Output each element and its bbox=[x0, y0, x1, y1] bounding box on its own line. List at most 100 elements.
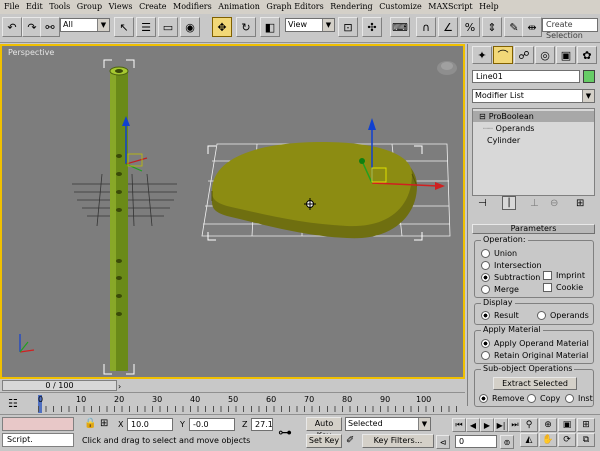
curve-editor-icon[interactable]: ☷ bbox=[8, 397, 18, 410]
rectangular-selection-icon[interactable]: ▭ bbox=[158, 17, 178, 37]
expand-icon[interactable]: ⊟ bbox=[479, 112, 486, 121]
menu-modifiers[interactable]: Modifiers bbox=[173, 0, 212, 14]
select-and-scale-icon[interactable]: ◧ bbox=[260, 17, 280, 37]
menu-maxscript[interactable]: MAXScript bbox=[428, 0, 472, 14]
parameters-rollout-header[interactable]: Parameters bbox=[472, 224, 595, 234]
radio-apply-operand-material[interactable]: Apply Operand Material bbox=[481, 339, 589, 348]
mirror-icon[interactable]: ⇹ bbox=[522, 17, 542, 37]
keyboard-shortcut-toggle-icon[interactable]: ⌨ bbox=[390, 17, 410, 37]
stack-item-proboolean[interactable]: ⊟ ProBoolean bbox=[473, 111, 594, 122]
zoom-extents-icon[interactable]: ▣ bbox=[558, 418, 576, 432]
current-frame-field[interactable]: 0 bbox=[455, 435, 497, 448]
menu-help[interactable]: Help bbox=[479, 0, 498, 14]
select-by-name-icon[interactable]: ☰ bbox=[136, 17, 156, 37]
menu-rendering[interactable]: Rendering bbox=[330, 0, 372, 14]
y-coordinate-field[interactable]: -0.0 bbox=[189, 418, 235, 431]
menu-tools[interactable]: Tools bbox=[49, 0, 70, 14]
motion-tab-icon[interactable]: ◎ bbox=[535, 46, 555, 64]
display-tab-icon[interactable]: ▣ bbox=[556, 46, 576, 64]
time-slider-thumb[interactable]: 0 / 100 bbox=[2, 380, 117, 391]
select-object-icon[interactable]: ↖ bbox=[114, 17, 134, 37]
radio-operands[interactable]: Operands bbox=[537, 311, 589, 320]
field-of-view-icon[interactable]: ◭ bbox=[520, 433, 538, 447]
stack-item-cylinder[interactable]: Cylinder bbox=[473, 135, 595, 146]
radio-union[interactable]: Union bbox=[481, 249, 517, 258]
utilities-tab-icon[interactable]: ✿ bbox=[577, 46, 597, 64]
zoom-all-icon[interactable]: ⊕ bbox=[539, 418, 557, 432]
menu-animation[interactable]: Animation bbox=[218, 0, 260, 14]
z-coordinate-field[interactable]: 27.14 bbox=[251, 418, 273, 431]
key-filters-button[interactable]: Key Filters... bbox=[362, 434, 434, 448]
menu-views[interactable]: Views bbox=[109, 0, 133, 14]
pivot-center-icon[interactable]: ⊡ bbox=[338, 17, 358, 37]
stack-item-operands[interactable]: ┈┈ Operands bbox=[473, 123, 595, 134]
radio-remove[interactable]: Remove bbox=[479, 394, 524, 403]
configure-sets-icon[interactable]: ⊞ bbox=[576, 198, 584, 209]
key-mode-toggle-icon[interactable]: ✐ bbox=[346, 435, 354, 446]
key-mode-toggle-icon[interactable]: ⊲ bbox=[436, 435, 450, 449]
select-and-move-icon[interactable]: ✥ bbox=[212, 17, 232, 37]
maximize-viewport-icon[interactable]: ⧉ bbox=[577, 433, 595, 447]
lock-selection-icon[interactable]: 🔒 bbox=[84, 418, 96, 429]
named-selection-input[interactable]: Create Selection bbox=[542, 18, 598, 40]
key-icon[interactable]: ⊶ bbox=[278, 425, 292, 441]
window-crossing-icon[interactable]: ◉ bbox=[180, 17, 200, 37]
menu-group[interactable]: Group bbox=[77, 0, 102, 14]
zoom-icon[interactable]: ⚲ bbox=[520, 418, 538, 432]
hierarchy-tab-icon[interactable]: ☍ bbox=[514, 46, 534, 64]
make-unique-icon[interactable]: ⊥ bbox=[530, 198, 539, 209]
modify-tab-icon[interactable]: ⌒ bbox=[493, 46, 513, 64]
pin-stack-icon[interactable]: ⊣ bbox=[478, 198, 487, 209]
angle-snap-icon[interactable]: ∠ bbox=[438, 17, 458, 37]
radio-subtraction[interactable]: Subtraction bbox=[481, 273, 540, 282]
next-frame-icon[interactable]: ▶| bbox=[494, 418, 508, 432]
zoom-extents-all-icon[interactable]: ⊞ bbox=[577, 418, 595, 432]
time-slider[interactable]: 0 / 100 › bbox=[0, 379, 465, 392]
spinner-snap-icon[interactable]: ⇕ bbox=[482, 17, 502, 37]
create-tab-icon[interactable]: ✦ bbox=[472, 46, 492, 64]
x-coordinate-field[interactable]: 10.0 bbox=[127, 418, 173, 431]
absolute-mode-icon[interactable]: ⊞ bbox=[100, 418, 108, 429]
menu-create[interactable]: Create bbox=[139, 0, 166, 14]
object-name-field[interactable]: Line01 bbox=[472, 70, 580, 83]
radio-result[interactable]: Result bbox=[481, 311, 519, 320]
pan-icon[interactable]: ✋ bbox=[539, 433, 557, 447]
radio-copy[interactable]: Copy bbox=[527, 394, 560, 403]
perspective-viewport[interactable]: Perspective bbox=[0, 44, 465, 379]
radio-inst[interactable]: Inst bbox=[565, 394, 593, 403]
arc-rotate-icon[interactable]: ⟳ bbox=[558, 433, 576, 447]
checkbox-cookie[interactable]: Cookie bbox=[543, 283, 583, 292]
go-to-start-icon[interactable]: ⏮ bbox=[452, 418, 466, 432]
percent-snap-icon[interactable]: % bbox=[460, 17, 480, 37]
selection-filter-dropdown[interactable]: All ▼ bbox=[60, 18, 110, 32]
object-color-swatch[interactable] bbox=[583, 70, 595, 83]
checkbox-imprint[interactable]: Imprint bbox=[543, 271, 585, 280]
auto-key-button[interactable]: Auto Key bbox=[306, 417, 342, 440]
radio-retain-original-material[interactable]: Retain Original Material bbox=[481, 351, 588, 360]
reference-coordinate-dropdown[interactable]: View ▼ bbox=[285, 18, 335, 32]
track-bar[interactable]: ☷ 0 10 20 30 40 50 60 70 80 90 100 bbox=[0, 392, 465, 415]
redo-icon[interactable]: ↷ bbox=[22, 17, 42, 37]
time-configuration-icon[interactable]: ⊚ bbox=[500, 435, 514, 449]
undo-icon[interactable]: ↶ bbox=[2, 17, 22, 37]
menu-edit[interactable]: Edit bbox=[26, 0, 43, 14]
extract-selected-button[interactable]: Extract Selected bbox=[493, 377, 577, 390]
modifier-list-dropdown[interactable]: Modifier List ▼ bbox=[472, 89, 595, 103]
menu-file[interactable]: File bbox=[4, 0, 19, 14]
maxscript-listener-input[interactable]: Script. bbox=[2, 433, 74, 447]
play-icon[interactable]: ▶ bbox=[480, 418, 494, 432]
snaps-toggle-icon[interactable]: ∩ bbox=[416, 17, 436, 37]
menu-graph-editors[interactable]: Graph Editors bbox=[266, 0, 323, 14]
set-key-button[interactable]: Set Key bbox=[306, 434, 342, 448]
radio-intersection[interactable]: Intersection bbox=[481, 261, 542, 270]
key-mode-dropdown[interactable]: Selected ▼ bbox=[345, 417, 431, 431]
radio-merge[interactable]: Merge bbox=[481, 285, 519, 294]
select-manipulate-icon[interactable]: ✣ bbox=[362, 17, 382, 37]
show-end-result-icon[interactable]: | bbox=[502, 196, 516, 210]
remove-modifier-icon[interactable]: ⊖ bbox=[550, 198, 558, 209]
maxscript-listener-top[interactable] bbox=[2, 417, 74, 431]
menu-customize[interactable]: Customize bbox=[379, 0, 422, 14]
previous-frame-icon[interactable]: ◀ bbox=[466, 418, 480, 432]
edit-named-selection-icon[interactable]: ✎ bbox=[504, 17, 524, 37]
link-icon[interactable]: ⚯ bbox=[40, 17, 60, 37]
